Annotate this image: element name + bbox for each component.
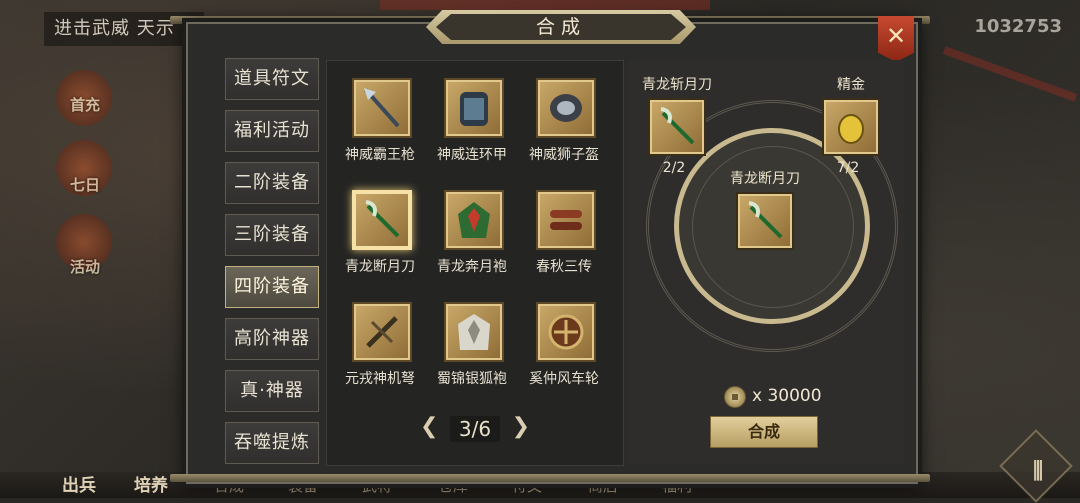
- category-tier4-equipment[interactable]: 四阶装备: [225, 266, 319, 308]
- item-name: 神威狮子盔: [529, 147, 599, 163]
- material-2-count: 7/2: [836, 160, 860, 176]
- category-high-artifacts[interactable]: 高阶神器: [225, 318, 319, 360]
- category-devour-refine[interactable]: 吞噬提炼: [225, 422, 319, 464]
- scroll-icon: [550, 210, 582, 230]
- item-icon-frame: [444, 190, 504, 250]
- glaive-icon: [365, 200, 400, 238]
- item-icon-frame: [536, 78, 596, 138]
- category-item-props-runes[interactable]: 道具符文: [225, 58, 319, 100]
- category-tier2-equipment[interactable]: 二阶装备: [225, 162, 319, 204]
- fur-robe-icon: [458, 314, 490, 350]
- grid-item[interactable]: 神威狮子盔: [518, 64, 610, 170]
- category-true-artifacts[interactable]: 真·神器: [225, 370, 319, 412]
- robe-icon: [458, 202, 490, 238]
- item-name: 春秋三传: [536, 259, 592, 275]
- result-slot[interactable]: [736, 192, 794, 250]
- page-indicator: 3/6: [450, 416, 500, 442]
- armor-icon: [460, 92, 488, 126]
- close-icon: ✕: [885, 22, 907, 50]
- helmet-icon: [550, 94, 582, 122]
- nav-troops[interactable]: 出兵: [62, 471, 96, 496]
- grid-item[interactable]: 神威霸王枪: [334, 64, 426, 170]
- material-1-slot[interactable]: [648, 98, 706, 156]
- wheel-icon: [548, 314, 584, 350]
- grid-item[interactable]: 青龙奔月袍: [426, 176, 518, 282]
- item-name: 青龙奔月袍: [437, 259, 507, 275]
- grid-item[interactable]: 蜀锦银狐袍: [426, 288, 518, 394]
- background-roof-stripe: [380, 0, 710, 10]
- side-label-activity: 活动: [69, 258, 100, 276]
- grid-item[interactable]: 奚仲风车轮: [518, 288, 610, 394]
- glaive-icon: [748, 201, 783, 239]
- result-name: 青龙断月刀: [730, 171, 800, 187]
- grid-item[interactable]: 元戎神机弩: [334, 288, 426, 394]
- item-icon-frame: [352, 190, 412, 250]
- item-name: 蜀锦银狐袍: [437, 371, 507, 387]
- item-icon-frame: [536, 190, 596, 250]
- item-icon-frame: [536, 302, 596, 362]
- next-page-button[interactable]: ❯: [512, 414, 530, 439]
- material-2-slot[interactable]: [822, 98, 880, 156]
- material-1-count: 2/2: [662, 160, 686, 176]
- grid-item[interactable]: 青龙断月刀: [334, 176, 426, 282]
- item-name: 神威连环甲: [437, 147, 507, 163]
- side-label-seven-days: 七日: [69, 176, 100, 194]
- crossbow-icon: [366, 316, 398, 348]
- dialog-bottom-rail: [170, 474, 930, 482]
- item-icon-frame: [444, 78, 504, 138]
- material-2-name: 精金: [837, 77, 865, 93]
- glaive-icon: [660, 107, 695, 145]
- synthesize-button[interactable]: 合成: [710, 416, 818, 448]
- item-name: 神威霸王枪: [345, 147, 415, 163]
- grid-item[interactable]: 春秋三传: [518, 176, 610, 282]
- side-label-first-charge: 首充: [69, 96, 100, 114]
- category-tier3-equipment[interactable]: 三阶装备: [225, 214, 319, 256]
- item-icon-frame: [352, 302, 412, 362]
- coin-icon: [724, 386, 746, 408]
- item-icon-frame: [444, 302, 504, 362]
- menu-icon: ⫼: [1032, 459, 1044, 484]
- nav-train[interactable]: 培养: [134, 471, 168, 496]
- item-name: 奚仲风车轮: [529, 371, 599, 387]
- gold-amount: 1032753: [974, 16, 1062, 37]
- pager: ❮ 3/6 ❯: [420, 412, 530, 442]
- category-welfare-activities[interactable]: 福利活动: [225, 110, 319, 152]
- grid-item[interactable]: 神威连环甲: [426, 64, 518, 170]
- spear-icon: [364, 88, 400, 128]
- item-name: 青龙断月刀: [345, 259, 415, 275]
- close-button[interactable]: ✕: [878, 16, 914, 62]
- dialog-title: 合成: [436, 14, 686, 40]
- item-icon-frame: [352, 78, 412, 138]
- material-1-name: 青龙斩月刀: [642, 77, 712, 93]
- item-name: 元戎神机弩: [345, 371, 415, 387]
- synthesis-cost: x 30000: [752, 386, 822, 406]
- prev-page-button[interactable]: ❮: [420, 414, 438, 439]
- dialog-title-banner: 合成: [426, 10, 696, 44]
- gold-nugget-icon: [838, 114, 864, 144]
